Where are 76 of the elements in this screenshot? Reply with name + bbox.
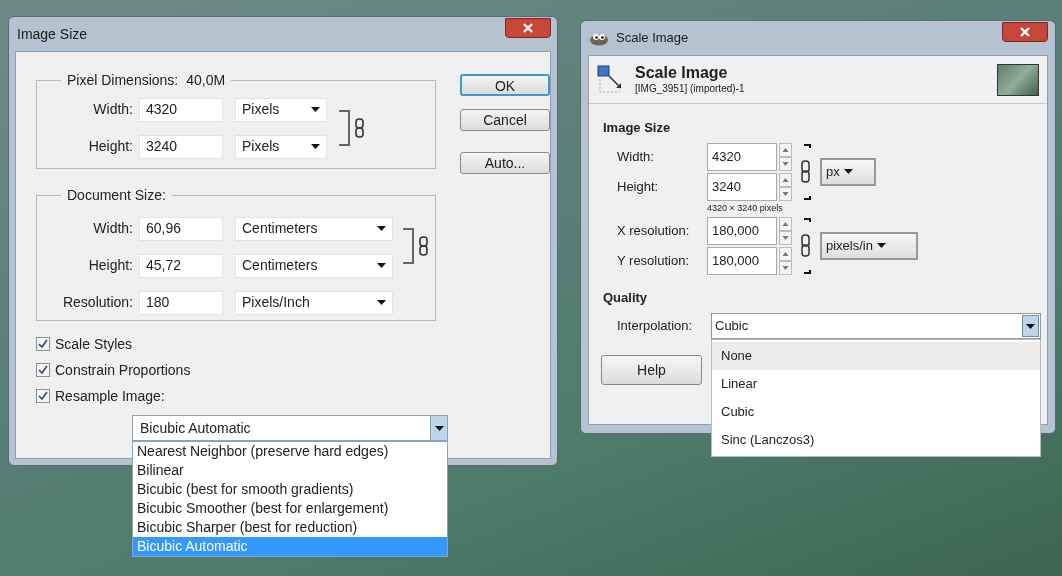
input-field[interactable]: 60,96 — [139, 216, 223, 241]
pixel-size-note: 4320 × 3240 pixels — [707, 201, 784, 214]
input-field[interactable]: 4320 — [139, 97, 223, 122]
field-label: Height: — [87, 256, 133, 275]
menu-item[interactable]: Bilinear — [133, 461, 447, 480]
group-label: Document Size: — [66, 186, 167, 205]
field-label: Height: — [617, 177, 660, 196]
unit-dropdown[interactable]: Centimeters — [235, 216, 393, 241]
help-button[interactable]: Help — [601, 355, 702, 385]
input-field[interactable]: 3240 — [707, 172, 777, 201]
interpolation-dropdown[interactable]: Cubic — [711, 313, 1041, 339]
unit-dropdown[interactable]: pixels/in — [820, 231, 918, 260]
menu-item[interactable]: Nearest Neighbor (preserve hard edges) — [133, 442, 447, 461]
caret-icon — [843, 169, 853, 174]
menu-item[interactable]: None — [712, 342, 1040, 370]
field-label: Height: — [87, 137, 133, 156]
header-subtitle: [IMG_3951] (imported)-1 — [635, 81, 745, 96]
spin-buttons[interactable] — [779, 142, 792, 171]
image-thumbnail — [997, 63, 1039, 96]
link-bracket-icon — [401, 228, 431, 264]
field-label: X resolution: — [617, 221, 691, 240]
chain-link-icon[interactable] — [800, 142, 812, 201]
caret-icon — [311, 144, 320, 149]
caret-icon — [311, 107, 320, 112]
spin-buttons[interactable] — [779, 216, 792, 245]
input-field[interactable]: 3240 — [139, 134, 223, 159]
unit-dropdown[interactable]: Pixels/Inch — [235, 290, 393, 315]
close-button[interactable] — [1002, 22, 1048, 42]
window-title: Scale Image — [616, 29, 689, 48]
menu-item[interactable]: Bicubic Sharper (best for reduction) — [133, 518, 447, 537]
input-field[interactable]: 180,000 — [707, 246, 777, 275]
unit-dropdown[interactable]: Centimeters — [235, 253, 393, 278]
dialog-button[interactable]: OK — [460, 74, 550, 96]
close-icon — [1020, 27, 1030, 37]
checkbox[interactable] — [36, 389, 50, 403]
field-label: Width: — [617, 147, 655, 166]
checkbox[interactable] — [36, 337, 50, 351]
input-field[interactable]: 45,72 — [139, 253, 223, 278]
group-label: Pixel Dimensions: — [67, 71, 179, 90]
caret-icon — [377, 226, 386, 231]
field-label: Resolution: — [61, 293, 133, 312]
unit-dropdown[interactable]: Pixels — [235, 134, 327, 159]
dialog-button[interactable]: Cancel — [460, 109, 550, 131]
unit-dropdown[interactable]: Pixels — [235, 97, 327, 122]
field-label: Interpolation: — [617, 317, 694, 336]
close-icon — [523, 23, 533, 33]
window-title: Image Size — [16, 24, 88, 44]
spin-buttons[interactable] — [779, 172, 792, 201]
header-title: Scale Image — [635, 63, 729, 82]
unit-dropdown[interactable]: px — [820, 157, 876, 186]
menu-item[interactable]: Bicubic Smoother (best for enlargement) — [133, 499, 447, 518]
checkbox-label: Resample Image: — [55, 386, 165, 406]
field-label: Width: — [92, 219, 133, 238]
section-heading: Quality — [603, 288, 649, 307]
input-field[interactable]: 180 — [139, 290, 223, 315]
section-heading: Image Size — [603, 119, 672, 137]
caret-icon — [876, 243, 886, 248]
menu-item[interactable]: Bicubic (best for smooth gradients) — [133, 480, 447, 499]
caret-icon — [434, 425, 444, 431]
link-bracket-icon — [337, 110, 367, 146]
checkbox-label: Scale Styles — [55, 334, 133, 354]
pixel-dimensions-value: 40,0M — [186, 71, 226, 90]
chain-link-icon[interactable] — [800, 216, 812, 275]
spin-buttons[interactable] — [779, 246, 792, 275]
field-label: Y resolution: — [617, 251, 691, 270]
close-button[interactable] — [505, 18, 551, 38]
caret-icon — [377, 263, 386, 268]
caret-icon — [1026, 323, 1035, 329]
checkbox[interactable] — [36, 363, 50, 377]
checkbox-label: Constrain Proportions — [55, 360, 191, 380]
field-label: Width: — [92, 100, 133, 119]
input-field[interactable]: 180,000 — [707, 216, 777, 245]
resample-dropdown[interactable]: Bicubic Automatic — [132, 415, 448, 441]
dialog-button[interactable]: Auto... — [460, 152, 550, 174]
caret-icon — [377, 300, 386, 305]
input-field[interactable]: 4320 — [707, 142, 777, 171]
